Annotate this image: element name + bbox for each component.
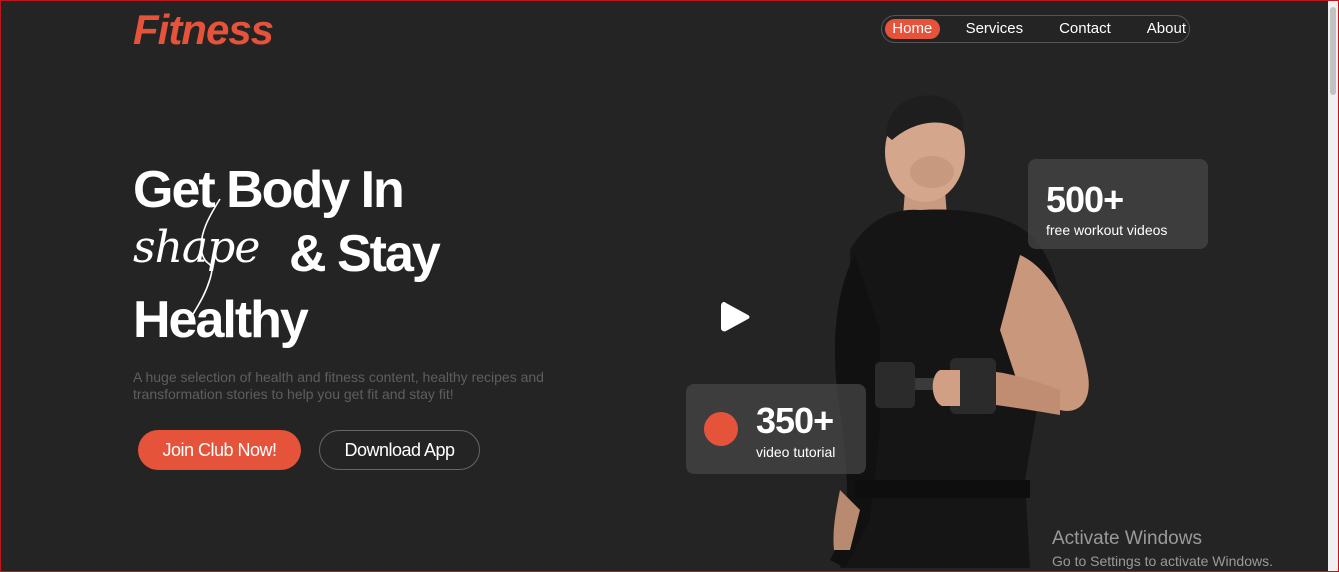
- nav-item-about[interactable]: About: [1147, 19, 1186, 39]
- join-club-button[interactable]: Join Club Now!: [138, 430, 301, 470]
- scrollbar-thumb[interactable]: [1330, 7, 1336, 95]
- stat-card-video-tutorial: 350+ video tutorial: [686, 384, 866, 474]
- hero-description: A huge selection of health and fitness c…: [133, 369, 544, 402]
- hero-heading-line-3: Healthy: [133, 291, 309, 349]
- windows-activation-subtitle: Go to Settings to activate Windows.: [1052, 553, 1273, 569]
- stat-value: 350+: [756, 400, 834, 441]
- record-dot-icon: [704, 412, 738, 446]
- hero-heading-line-2: & Stay: [289, 225, 441, 283]
- brand-logo[interactable]: Fitness: [133, 6, 274, 54]
- nav-item-services[interactable]: Services: [966, 19, 1024, 39]
- hero-heading-line-1: Get Body In: [133, 161, 405, 219]
- stat-card-free-videos: 500+ free workout videos: [1028, 159, 1208, 249]
- windows-activation-title: Activate Windows: [1052, 528, 1202, 549]
- page-scrollbar[interactable]: [1328, 1, 1338, 571]
- download-app-button[interactable]: Download App: [319, 430, 480, 470]
- play-icon[interactable]: [720, 300, 752, 334]
- stat-label: free workout videos: [1046, 222, 1168, 238]
- nav-item-contact[interactable]: Contact: [1059, 19, 1111, 39]
- stat-value: 500+: [1046, 179, 1124, 220]
- stat-label: video tutorial: [756, 444, 836, 460]
- nav-item-home[interactable]: Home: [885, 19, 940, 39]
- main-nav: Home Services Contact About: [881, 15, 1190, 43]
- hero-script-word: shape: [133, 222, 260, 273]
